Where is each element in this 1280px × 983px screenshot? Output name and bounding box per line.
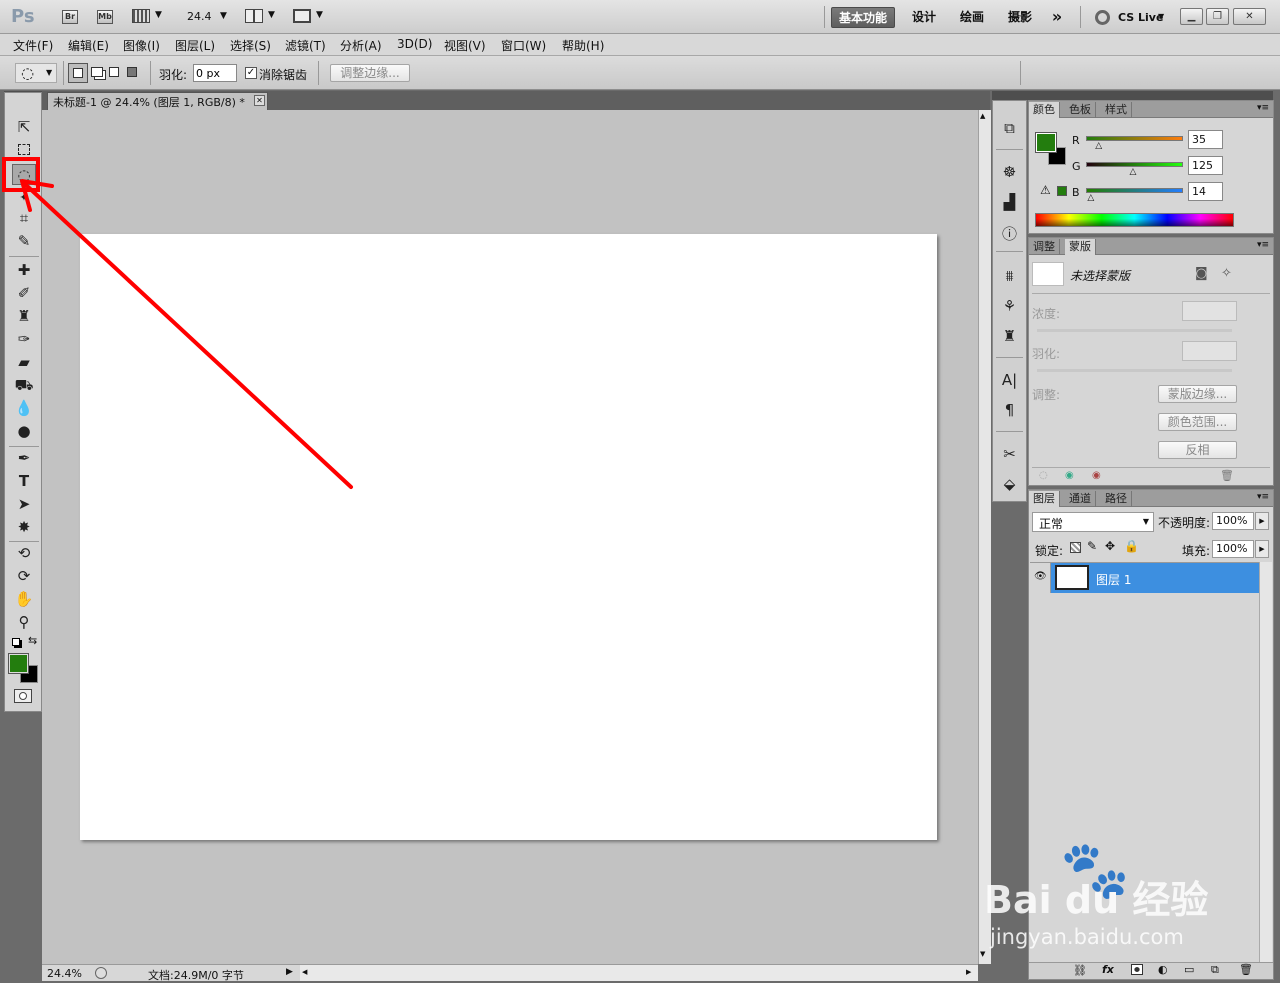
arrow-shaft [24, 183, 353, 489]
watermark-url: jingyan.baidu.com [990, 925, 1184, 949]
watermark-brand: Bai du 经验 [984, 878, 1209, 922]
annotation-arrow [20, 179, 353, 489]
baidu-watermark: 🐾 Bai du 经验 jingyan.baidu.com [980, 838, 1280, 965]
